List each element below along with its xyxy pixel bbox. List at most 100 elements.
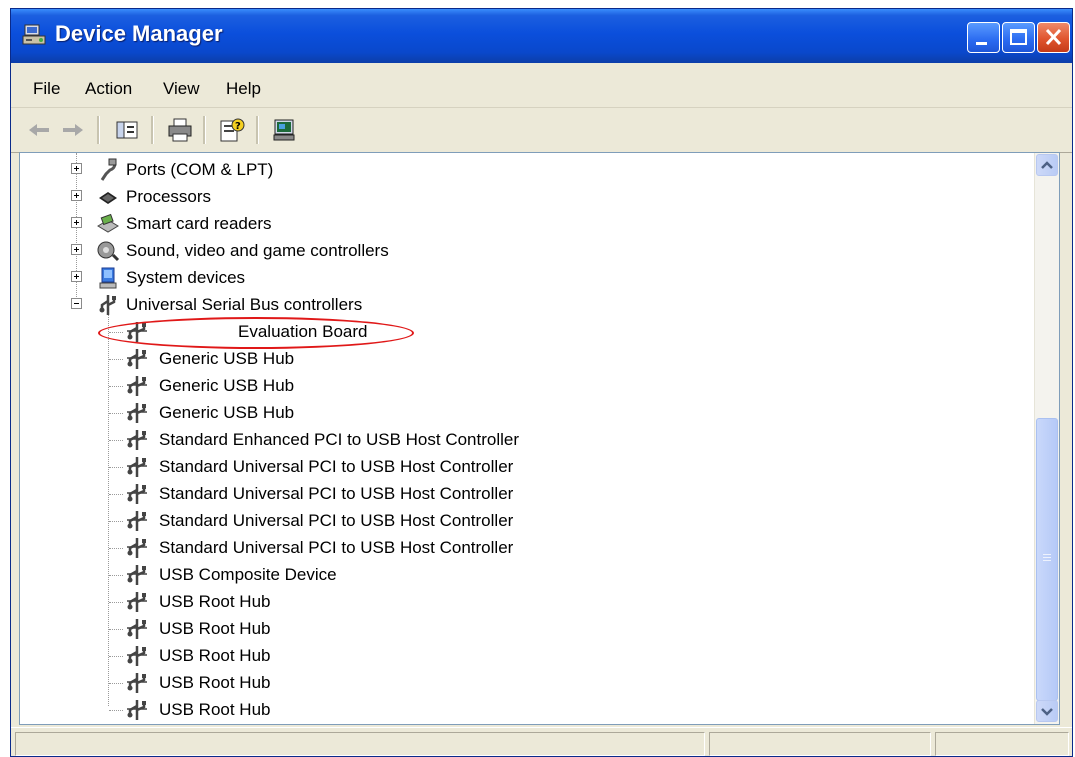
- usb-icon: [99, 295, 116, 315]
- tree-item-label: System devices: [126, 268, 246, 287]
- collapse-toggle[interactable]: [71, 298, 82, 309]
- toolbar: ?: [11, 108, 1072, 153]
- tree-item-label: Sound, video and game controllers: [126, 241, 389, 260]
- vertical-scrollbar[interactable]: [1034, 153, 1059, 724]
- usb-device-icon: [127, 592, 147, 612]
- usb-device-label: Generic USB Hub: [159, 349, 295, 368]
- scroll-down-button[interactable]: [1036, 700, 1058, 722]
- tree-item-smart-card-readers[interactable]: Smart card readers: [20, 211, 1029, 237]
- tree-line: [109, 359, 123, 360]
- usb-device-label: USB Root Hub: [159, 646, 271, 665]
- usb-device-evaluation-board[interactable]: Evaluation Board: [20, 319, 1029, 345]
- device-tree[interactable]: Ports (COM & LPT) Processors Smart card …: [19, 152, 1060, 725]
- usb-device-label: USB Root Hub: [159, 619, 271, 638]
- expand-toggle[interactable]: [71, 271, 82, 282]
- back-arrow-icon[interactable]: [25, 116, 53, 144]
- tree-line: [109, 548, 123, 549]
- usb-device-item[interactable]: USB Root Hub: [20, 643, 1029, 669]
- minimize-button[interactable]: [967, 22, 1000, 53]
- maximize-button[interactable]: [1002, 22, 1035, 53]
- toolbar-separator: [256, 116, 259, 144]
- minimize-icon: [976, 42, 987, 45]
- usb-device-item[interactable]: Standard Enhanced PCI to USB Host Contro…: [20, 427, 1029, 453]
- usb-device-item[interactable]: USB Root Hub: [20, 670, 1029, 696]
- usb-device-item[interactable]: USB Root Hub: [20, 589, 1029, 615]
- tree-line: [109, 602, 123, 603]
- print-icon[interactable]: [166, 116, 194, 144]
- usb-device-item[interactable]: Generic USB Hub: [20, 400, 1029, 426]
- sound-icon: [97, 241, 120, 262]
- toolbar-separator: [203, 116, 206, 144]
- menu-file[interactable]: File: [33, 79, 60, 99]
- close-button[interactable]: [1037, 22, 1070, 53]
- usb-device-icon: [127, 349, 147, 369]
- tree-item-ports[interactable]: Ports (COM & LPT): [20, 157, 1029, 183]
- tree-item-label: Smart card readers: [126, 214, 272, 233]
- usb-device-icon: [127, 403, 147, 423]
- tree-item-sound-video-game[interactable]: Sound, video and game controllers: [20, 238, 1029, 264]
- usb-device-icon: [127, 376, 147, 396]
- usb-device-item[interactable]: Generic USB Hub: [20, 373, 1029, 399]
- port-icon: [100, 158, 117, 181]
- forward-arrow-icon[interactable]: [59, 116, 87, 144]
- toolbar-separator: [97, 116, 100, 144]
- properties-help-icon[interactable]: ?: [218, 116, 246, 144]
- usb-device-item[interactable]: USB Composite Device: [20, 562, 1029, 588]
- usb-device-label: Standard Enhanced PCI to USB Host Contro…: [159, 430, 520, 449]
- svg-text:?: ?: [235, 121, 241, 132]
- usb-device-icon: [127, 619, 147, 639]
- usb-device-icon: [127, 511, 147, 531]
- usb-device-icon: [127, 538, 147, 558]
- usb-device-label: Evaluation Board: [238, 322, 368, 341]
- toolbar-separator: [151, 116, 154, 144]
- usb-device-item[interactable]: USB Root Hub: [20, 616, 1029, 642]
- usb-device-item[interactable]: USB Root Hub: [20, 697, 1029, 723]
- window-title: Device Manager: [55, 21, 223, 46]
- expand-toggle[interactable]: [71, 163, 82, 174]
- usb-device-icon: [127, 430, 147, 450]
- tree-line: [109, 386, 123, 387]
- chevron-down-icon: [1041, 708, 1053, 716]
- usb-device-label: Standard Universal PCI to USB Host Contr…: [159, 511, 514, 530]
- tree-line: [109, 521, 123, 522]
- usb-device-icon: [127, 457, 147, 477]
- usb-device-item[interactable]: Standard Universal PCI to USB Host Contr…: [20, 508, 1029, 534]
- tree-line: [109, 440, 123, 441]
- scroll-up-button[interactable]: [1036, 154, 1058, 176]
- expand-toggle[interactable]: [71, 217, 82, 228]
- menu-view[interactable]: View: [163, 79, 200, 99]
- usb-device-item[interactable]: Generic USB Hub: [20, 346, 1029, 372]
- usb-device-item[interactable]: Standard Universal PCI to USB Host Contr…: [20, 535, 1029, 561]
- title-bar[interactable]: Device Manager: [11, 9, 1072, 63]
- tree-line: [109, 710, 123, 711]
- tree-item-label: Universal Serial Bus controllers: [126, 295, 363, 314]
- usb-device-icon: [127, 565, 147, 585]
- processor-icon: [99, 192, 117, 204]
- usb-device-icon: [127, 484, 147, 504]
- scan-hardware-icon[interactable]: [271, 116, 299, 144]
- menu-help[interactable]: Help: [226, 79, 261, 99]
- usb-device-label: Standard Universal PCI to USB Host Contr…: [159, 484, 514, 503]
- usb-device-item[interactable]: Standard Universal PCI to USB Host Contr…: [20, 454, 1029, 480]
- show-hide-console-tree-icon[interactable]: [113, 116, 141, 144]
- expand-toggle[interactable]: [71, 244, 82, 255]
- status-pane-tertiary: [935, 732, 1069, 756]
- usb-device-icon: [127, 322, 147, 342]
- expand-toggle[interactable]: [71, 190, 82, 201]
- menu-action[interactable]: Action: [85, 79, 132, 99]
- tree-line: [109, 494, 123, 495]
- usb-device-item[interactable]: Standard Universal PCI to USB Host Contr…: [20, 481, 1029, 507]
- smart-card-icon: [97, 213, 119, 233]
- status-bar: [11, 727, 1072, 756]
- tree-item-system-devices[interactable]: System devices: [20, 265, 1029, 291]
- tree-line: [109, 413, 123, 414]
- scroll-thumb[interactable]: [1036, 418, 1058, 701]
- status-pane-secondary: [709, 732, 931, 756]
- tree-item-processors[interactable]: Processors: [20, 184, 1029, 210]
- usb-device-icon: [127, 673, 147, 693]
- usb-device-icon: [127, 700, 147, 720]
- usb-device-label: Standard Universal PCI to USB Host Contr…: [159, 457, 514, 476]
- tree-item-usb-controllers[interactable]: Universal Serial Bus controllers: [20, 292, 1029, 318]
- device-manager-app-icon: [22, 24, 46, 45]
- tree-item-label: Processors: [126, 187, 212, 206]
